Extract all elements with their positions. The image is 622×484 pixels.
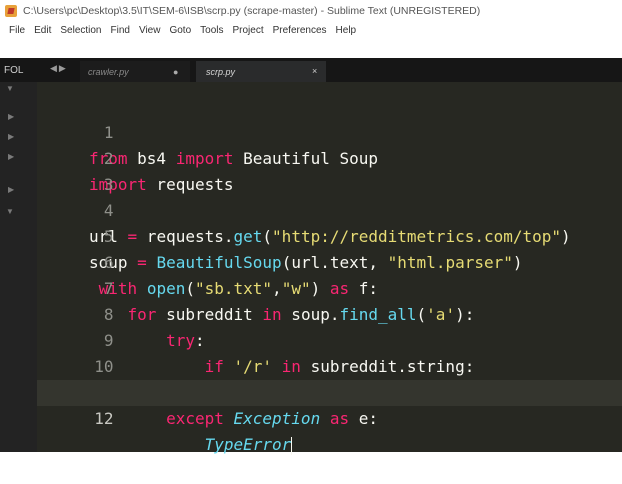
menu-edit[interactable]: Edit [34, 25, 51, 36]
sidebar: ▼ ▶ ▶ ▶ ▶ ▼ [0, 82, 37, 452]
menu-file[interactable]: File [9, 25, 25, 36]
code-editor[interactable]: 1 from bs4 import Beautiful Soup 2 impor… [37, 82, 622, 455]
sidebar-folders-label: FOL [4, 65, 24, 76]
line-number: 12 [94, 409, 114, 428]
menu-selection[interactable]: Selection [60, 25, 101, 36]
code-line[interactable]: 2 import requests [37, 120, 622, 194]
code-line[interactable]: 8 try: [37, 276, 622, 350]
folder-collapse-icon[interactable]: ▶ [8, 132, 14, 141]
window-title: C:\Users\pc\Desktop\3.5\IT\SEM-6\ISB\scr… [23, 5, 481, 17]
folder-collapse-icon[interactable]: ▶ [8, 185, 14, 194]
code-text: TypeError [204, 435, 293, 455]
code-line[interactable]: 3 [37, 146, 622, 194]
tab-label: crawler.py [88, 66, 129, 77]
code-text: except Exception as e: [166, 409, 379, 428]
title-bar: C:\Users\pc\Desktop\3.5\IT\SEM-6\ISB\scr… [0, 0, 622, 22]
unsaved-dot-icon[interactable]: ● [173, 67, 178, 77]
code-line[interactable]: 5 soup = BeautifulSoup(url.text, "html.p… [37, 198, 622, 272]
menu-find[interactable]: Find [111, 25, 130, 36]
code-line[interactable]: 6 with open("sb.txt","w") as f: [37, 224, 622, 298]
code-line[interactable]: 11 except Exception as e: [37, 354, 622, 428]
menu-project[interactable]: Project [233, 25, 264, 36]
code-line[interactable]: 9 if '/r' in subreddit.string: [37, 302, 622, 376]
code-line[interactable]: 7 for subreddit in soup.find_all('a'): [37, 250, 622, 324]
menu-preferences[interactable]: Preferences [273, 25, 327, 36]
folder-collapse-icon[interactable]: ▶ [8, 112, 14, 121]
folder-expand-icon[interactable]: ▼ [6, 207, 14, 216]
sublime-text-icon [5, 5, 17, 17]
tab-bar: FOL ◀▶ crawler.py ● scrp.py × [0, 58, 622, 82]
code-line-current[interactable]: 12 TypeError [37, 380, 622, 455]
tab-crawler[interactable]: crawler.py ● [80, 61, 190, 82]
tab-scrp[interactable]: scrp.py × [196, 61, 326, 82]
tab-label: scrp.py [206, 66, 236, 77]
menu-goto[interactable]: Goto [169, 25, 191, 36]
menu-bar: File Edit Selection Find View Goto Tools… [0, 22, 622, 38]
menu-tools[interactable]: Tools [200, 25, 223, 36]
menu-help[interactable]: Help [336, 25, 357, 36]
code-line[interactable]: 1 from bs4 import Beautiful Soup [37, 94, 622, 168]
code-line[interactable]: 10 f.write(subreddit.string[3:]+'\n') [37, 328, 622, 402]
tab-nav-arrows-icon[interactable]: ◀▶ [50, 63, 68, 74]
menu-view[interactable]: View [139, 25, 161, 36]
code-line[interactable]: 4 url = requests.get("http://redditmetri… [37, 172, 622, 246]
close-tab-icon[interactable]: × [312, 66, 317, 76]
folder-expand-icon[interactable]: ▼ [6, 84, 14, 93]
folder-collapse-icon[interactable]: ▶ [8, 152, 14, 161]
